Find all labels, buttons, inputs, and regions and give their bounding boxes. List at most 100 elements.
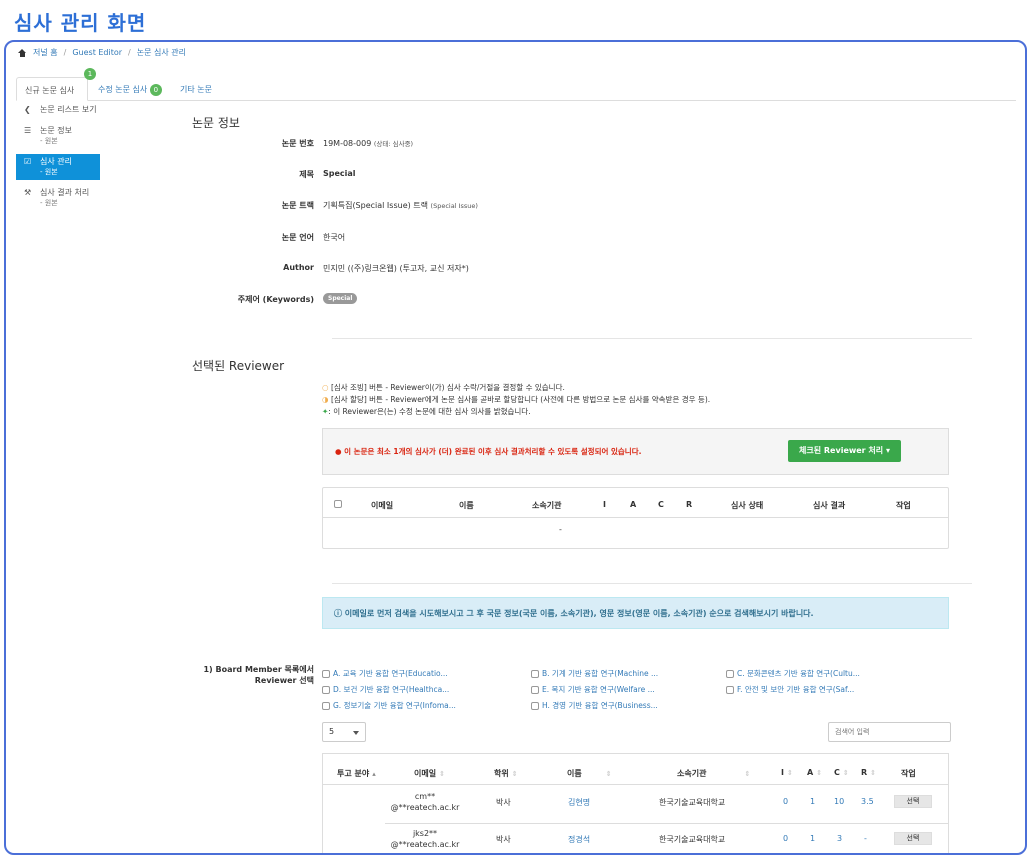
category-label[interactable]: G. 정보기술 기반 융합 연구(Infoma... [333, 701, 456, 710]
category-checkbox-c[interactable]: C. 문화콘텐츠 기반 융합 연구(Cultu... [726, 668, 860, 679]
tab-other-papers[interactable]: 기타 논문 [172, 77, 220, 101]
reviewer-name-link[interactable]: 김현명 [568, 797, 590, 808]
sort-icon: ⇕ [511, 770, 518, 778]
legend-line: ◑ [심사 할당] 버튼 - Reviewer에게 논문 심사를 곧바로 할당합… [322, 394, 710, 406]
divider [332, 338, 972, 339]
category-label[interactable]: C. 문화콘텐츠 기반 융합 연구(Cultu... [737, 669, 860, 678]
checkbox[interactable] [726, 686, 734, 694]
category-label[interactable]: A. 교육 기반 융합 연구(Educatio... [333, 669, 448, 678]
select-reviewer-button[interactable]: 선택 [894, 832, 932, 845]
column-header-r[interactable]: R ⇕ [861, 768, 876, 777]
checkbox[interactable] [531, 686, 539, 694]
warning-message: ● 이 논문은 최소 1개의 심사가 (더) 완료된 이후 심사 결과처리할 수… [335, 446, 641, 457]
org-cell: 한국기술교육대학교 [659, 835, 726, 844]
a-count-link[interactable]: 1 [810, 797, 815, 806]
checkbox[interactable] [322, 702, 330, 710]
table-divider [323, 517, 948, 518]
home-icon[interactable] [18, 48, 27, 57]
checkbox[interactable] [531, 702, 539, 710]
board-member-table: 투고 분야 ▴ 이메일 ⇕ 학위 ⇕ 이름 ⇕ 소속기관 ⇕ I ⇕ A ⇕ C ⇕ R ⇕ 작업… [322, 753, 949, 853]
category-label[interactable]: E. 복지 기반 융합 연구(Welfare ... [542, 685, 655, 694]
breadcrumb-guest-editor[interactable]: Guest Editor [72, 48, 122, 57]
i-count-link[interactable]: 0 [783, 834, 788, 843]
legend-text: : 이 Reviewer은(는) 수정 논문에 대한 심사 의사를 밝혔습니다. [328, 407, 531, 416]
board-member-label: 1) Board Member 목록에서 Reviewer 선택 [203, 665, 314, 685]
checkbox[interactable] [726, 670, 734, 678]
reviewer-name-link[interactable]: 정경석 [568, 834, 590, 845]
column-header-name[interactable]: 이름 ⇕ [567, 768, 612, 779]
category-checkbox-f[interactable]: F. 안전 및 보안 기반 융합 연구(Saf... [726, 684, 854, 695]
category-checkbox-e[interactable]: E. 복지 기반 융합 연구(Welfare ... [531, 684, 655, 695]
c-count-link[interactable]: 3 [837, 834, 842, 843]
author-value: 민지민 ((주)링크온웹) (투고자, 교신 저자*) [323, 264, 469, 273]
sort-icon: ⇕ [744, 770, 751, 778]
select-all-checkbox[interactable] [334, 500, 342, 508]
breadcrumb: 저널 홈 / Guest Editor / 논문 심사 관리 [18, 47, 186, 58]
column-header-review-result: 심사 결과 [813, 501, 846, 510]
column-header-i[interactable]: I ⇕ [781, 768, 793, 777]
exclamation-icon: ● [335, 447, 342, 456]
paper-title-label: 제목 [299, 170, 314, 179]
header-label: C [834, 768, 840, 777]
column-header-a[interactable]: A ⇕ [807, 768, 822, 777]
category-checkbox-g[interactable]: G. 정보기술 기반 융합 연구(Infoma... [322, 700, 456, 711]
category-label[interactable]: D. 보건 기반 융합 연구(Healthca... [333, 685, 449, 694]
paper-track-note: (Special Issue) [430, 202, 478, 210]
paper-info-title: 논문 정보 [192, 116, 240, 130]
category-label[interactable]: F. 안전 및 보안 기반 융합 연구(Saf... [737, 685, 854, 694]
board-search-input[interactable] [828, 722, 951, 742]
c-count-link[interactable]: 10 [834, 797, 844, 806]
page-size-select[interactable]: 5 [322, 722, 366, 742]
category-label[interactable]: B. 기계 기반 융합 연구(Machine ... [542, 669, 658, 678]
sidebar-item-review-management[interactable]: ☑ 심사 관리 - 원본 [16, 154, 100, 180]
category-checkbox-a[interactable]: A. 교육 기반 융합 연구(Educatio... [322, 668, 448, 679]
process-checked-reviewer-button[interactable]: 체크된 Reviewer 처리 ▾ [788, 440, 901, 462]
a-count-link[interactable]: 1 [810, 834, 815, 843]
selected-reviewer-table: 이메일 이름 소속기관 I A C R 심사 상태 심사 결과 작업 - [322, 487, 949, 549]
column-header-email[interactable]: 이메일 ⇕ [414, 768, 445, 779]
category-label[interactable]: H. 경영 기반 융합 연구(Business... [542, 701, 658, 710]
tab-label: 신규 논문 심사 [25, 86, 75, 95]
sort-icon: ⇕ [816, 769, 823, 777]
column-header-action: 작업 [896, 501, 911, 510]
column-header-org[interactable]: 소속기관 ⇕ [677, 768, 750, 779]
column-header-c: C [658, 500, 664, 509]
empty-row-placeholder: - [559, 525, 562, 534]
checkbox[interactable] [322, 670, 330, 678]
tab-label: 수정 논문 심사 [98, 85, 148, 94]
author-label: Author [283, 263, 314, 272]
page-size-value: 5 [329, 727, 335, 736]
breadcrumb-home[interactable]: 저널 홈 [33, 47, 58, 58]
checkbox[interactable] [322, 686, 330, 694]
breadcrumb-review-management[interactable]: 논문 심사 관리 [137, 47, 186, 58]
sort-asc-icon: ▴ [372, 770, 376, 778]
category-checkbox-h[interactable]: H. 경영 기반 융합 연구(Business... [531, 700, 658, 711]
page-heading: 심사 관리 화면 [14, 11, 147, 35]
checkbox[interactable] [531, 670, 539, 678]
r-value-link[interactable]: - [864, 834, 867, 843]
column-header-degree[interactable]: 학위 ⇕ [494, 768, 518, 779]
paper-title-value: Special [323, 169, 356, 178]
sidebar-item-paper-info[interactable]: ☰ 논문 정보 - 원본 [16, 123, 100, 149]
button-label: 체크된 Reviewer 처리 [799, 446, 884, 455]
column-header-field[interactable]: 투고 분야 ▴ [337, 768, 376, 779]
column-header-c[interactable]: C ⇕ [834, 768, 849, 777]
list-icon: ☰ [24, 126, 32, 135]
sidebar-item-label: 논문 리스트 보기 [40, 105, 97, 114]
r-value-link[interactable]: 3.5 [861, 797, 874, 806]
tab-revised-paper-review[interactable]: 수정 논문 심사 0 [90, 77, 170, 101]
circle-outline-icon: ○ [322, 383, 329, 392]
sidebar-item-review-result[interactable]: ⚒ 심사 결과 처리 - 원본 [16, 185, 100, 211]
paper-track: 기획특집(Special Issue) 트랙 [323, 201, 428, 210]
sidebar-item-paper-list[interactable]: ❮ 논문 리스트 보기 [16, 102, 100, 118]
paper-status: (상태: 심사중) [373, 140, 414, 148]
caret-down-icon: ▾ [885, 446, 890, 455]
i-count-link[interactable]: 0 [783, 797, 788, 806]
chevron-down-icon [353, 731, 359, 735]
category-checkbox-d[interactable]: D. 보건 기반 융합 연구(Healthca... [322, 684, 449, 695]
select-reviewer-button[interactable]: 선택 [894, 795, 932, 808]
degree-cell: 박사 [496, 798, 511, 807]
gavel-icon: ⚒ [24, 188, 32, 197]
tab-new-paper-review[interactable]: 신규 논문 심사 [16, 77, 88, 101]
category-checkbox-b[interactable]: B. 기계 기반 융합 연구(Machine ... [531, 668, 658, 679]
